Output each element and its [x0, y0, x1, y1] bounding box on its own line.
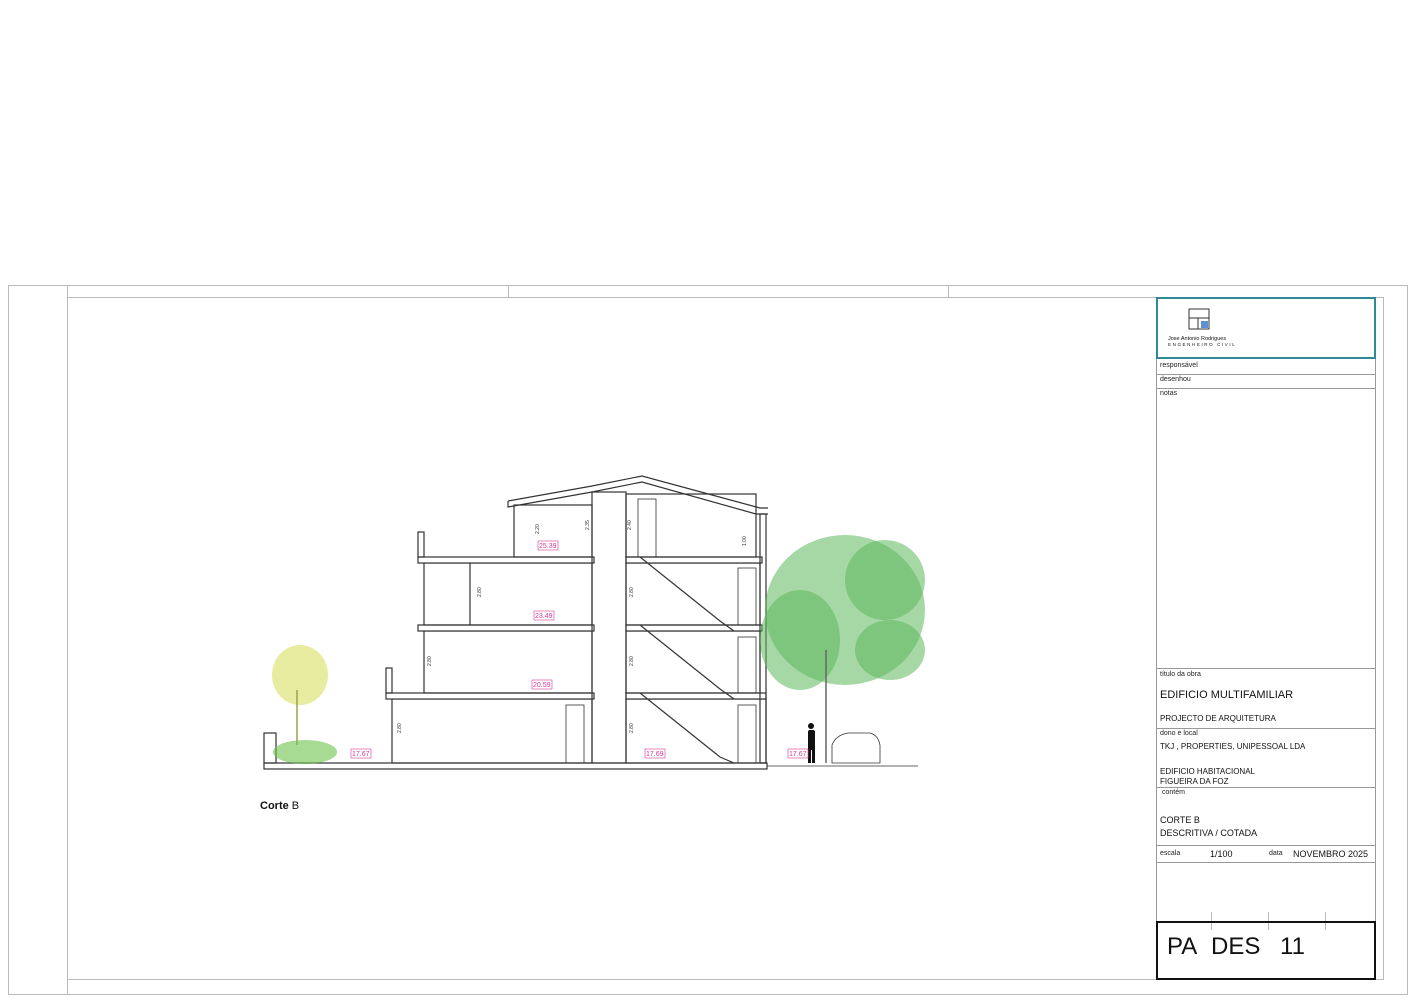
- height-dimension: 2.80: [477, 587, 483, 597]
- floor-1-left: [423, 630, 593, 694]
- titleblock-border: [1375, 359, 1376, 980]
- dono-value: TKJ , PROPERTIES, UNIPESSOAL LDA: [1160, 742, 1306, 751]
- height-dimension: 1.00: [742, 536, 748, 546]
- height-dimension: 2.35: [585, 520, 591, 530]
- level-tag: 17.67: [789, 751, 807, 758]
- stair-core-wall: [591, 491, 627, 764]
- height-dimension: 2.80: [629, 723, 635, 733]
- level-tag: 17.67: [352, 751, 370, 758]
- titleblock-divider: [1156, 388, 1376, 389]
- titulo-value: EDIFICIO MULTIFAMILIAR: [1160, 689, 1294, 701]
- drawing-caption: Corte B: [260, 800, 300, 812]
- titleblock-divider: [1156, 728, 1376, 729]
- escala-value: 1/100: [1210, 849, 1233, 859]
- floor-2-left: [423, 562, 593, 626]
- contem-label: contém: [1162, 789, 1185, 796]
- section-drawing: 25.39 23.49 20.59 17.67 17.69 17.67 2.20 2.35 2…: [263, 475, 925, 770]
- titleblock-divider: [1156, 862, 1376, 863]
- floor-1-right: [625, 630, 761, 694]
- projecto-value: PROJECTO DE ARQUITETURA: [1160, 714, 1276, 723]
- slab-3: [417, 556, 595, 564]
- ground-slab: [263, 762, 768, 770]
- code-des: DES: [1211, 933, 1261, 960]
- height-dimension: 2.20: [535, 524, 541, 534]
- shrub-left: [272, 645, 337, 764]
- data-value: NOVEMBRO 2025: [1293, 849, 1369, 859]
- tree-canopy: [760, 535, 925, 690]
- slab-1: [385, 692, 595, 700]
- car-outline: [831, 732, 881, 764]
- door: [565, 704, 585, 764]
- door: [737, 567, 757, 626]
- logo-subtitle: ENGENHEIRO CIVIL: [1168, 342, 1237, 347]
- height-dimension: 2.80: [397, 723, 403, 733]
- level-tag: 23.49: [535, 613, 553, 620]
- door: [637, 498, 657, 558]
- titleblock-divider: [1156, 668, 1376, 669]
- escala-label: escala: [1160, 850, 1181, 857]
- titulo-label: título da obra: [1160, 671, 1201, 678]
- local-line-1: EDIFICIO HABITACIONAL: [1160, 767, 1255, 776]
- height-dimension: 2.80: [629, 656, 635, 666]
- code-pa: PA: [1167, 933, 1198, 960]
- logo-box: Jose Antonio Rodrigues ENGENHEIRO CIVIL: [1156, 297, 1376, 359]
- door: [737, 704, 757, 764]
- height-dimension: 2.80: [427, 656, 433, 666]
- floor-ground-left: [391, 698, 593, 764]
- level-tag: 25.39: [539, 543, 557, 550]
- floor-top-right: [625, 493, 757, 558]
- contem-line-1: CORTE B: [1160, 815, 1200, 825]
- titleblock-divider: [1156, 845, 1376, 846]
- planter-wall: [263, 732, 277, 764]
- contem-line-2: DESCRITIVA / COTADA: [1160, 828, 1258, 838]
- engineer-logo-icon: [1188, 308, 1210, 330]
- titleblock-divider: [1156, 374, 1376, 375]
- titleblock-divider: [1156, 787, 1376, 788]
- responsavel-label: responsável: [1160, 362, 1198, 369]
- notas-label: notas: [1160, 390, 1178, 397]
- code-number: 11: [1280, 933, 1305, 960]
- parapet-1: [385, 667, 393, 694]
- titleblock-border: [1156, 359, 1157, 980]
- height-dimension: 2.80: [629, 587, 635, 597]
- level-tag: 20.59: [533, 682, 551, 689]
- stair-run-2: [639, 624, 735, 700]
- parapet-3: [417, 531, 425, 558]
- local-line-2: FIGUEIRA DA FOZ: [1160, 777, 1229, 786]
- height-dimension: 2.40: [627, 520, 633, 530]
- desenhou-label: desenhou: [1160, 376, 1191, 383]
- level-tag: 17.69: [646, 751, 664, 758]
- dono-label: dono e local: [1160, 730, 1198, 737]
- slab-2: [417, 624, 595, 632]
- person-silhouette: [808, 723, 815, 763]
- floor-2-right: [625, 562, 761, 626]
- door: [737, 636, 757, 694]
- stair-run-3: [639, 556, 735, 632]
- data-label: data: [1269, 850, 1283, 857]
